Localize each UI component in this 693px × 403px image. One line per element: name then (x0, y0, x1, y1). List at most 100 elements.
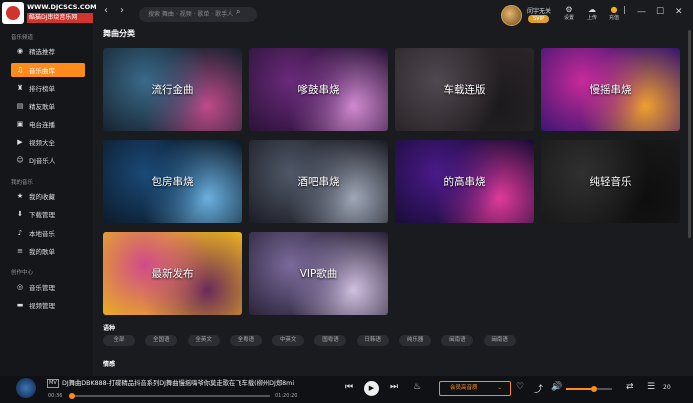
language-chip[interactable]: 中英文 (272, 335, 305, 346)
forward-icon[interactable]: › (120, 5, 124, 16)
music-note-icon: ♫ (16, 66, 24, 74)
category-card[interactable]: 包房串烧 (103, 140, 242, 223)
disc-manage-icon: ◎ (16, 283, 24, 291)
radio-icon: ▣ (16, 120, 24, 128)
share-icon[interactable]: ⤴ (534, 382, 543, 395)
language-chip[interactable]: 国粤语 (314, 335, 347, 346)
volume-handle[interactable] (590, 386, 597, 392)
language-chip[interactable]: 纯乐器 (399, 335, 432, 346)
sidebar-item-radio[interactable]: ▣ 电台连播 (11, 117, 85, 131)
playlist-icon: ▤ (16, 102, 24, 110)
logo[interactable]: WWW.DJCSCS.COM 酷猫DJ串烧音乐网 (2, 2, 97, 25)
sidebar-item-charts[interactable]: ♜ 排行榜单 (11, 81, 85, 95)
sidebar-item-label: 视频管理 (29, 302, 55, 310)
video-icon: ▶ (17, 138, 23, 146)
language-chip[interactable]: 闽南语 (483, 335, 516, 346)
sidebar-item-label: 音乐曲库 (29, 67, 55, 75)
cloud-upload-icon: ☁ (588, 5, 596, 14)
category-card[interactable]: 的高串烧 (395, 140, 534, 223)
category-label: 嗲鼓串烧 (297, 84, 340, 96)
category-card[interactable]: 纯轻音乐 (541, 140, 680, 223)
trophy-icon: ♜ (16, 84, 24, 92)
equalizer-icon[interactable]: ♨ (413, 382, 421, 392)
progress-handle[interactable] (68, 393, 75, 399)
username[interactable]: 闵宇无关 (527, 6, 551, 15)
category-card[interactable]: VIP歌曲 (249, 232, 388, 315)
sidebar-item-label: 本地音乐 (29, 230, 55, 238)
playlist-icon[interactable]: ☰ (647, 382, 655, 392)
quality-select[interactable]: 会员高音质 ⌄ (439, 381, 511, 396)
chevron-down-icon: ⌄ (497, 385, 502, 391)
sidebar-item-favorites[interactable]: ★ 我的收藏 (11, 189, 85, 203)
sidebar-item-picks[interactable]: ◉ 精选推荐 (11, 44, 85, 58)
volume-icon[interactable]: 🔊 (551, 382, 562, 392)
quality-label: 会员高音质 (450, 385, 478, 391)
note-icon: ♪ (17, 229, 23, 237)
category-card[interactable]: 慢摇串烧 (541, 48, 680, 131)
category-label: 慢摇串烧 (589, 84, 632, 96)
settings-button[interactable]: ⚙ 设置 (558, 5, 580, 22)
sidebar-item-music-manage[interactable]: ◎ 音乐管理 (11, 280, 85, 294)
heart-icon[interactable]: ♡ (516, 382, 524, 392)
back-icon[interactable]: ‹ (104, 5, 108, 16)
section-my-music: 我的音乐 (11, 180, 34, 186)
player-bar: MV DJ舞曲DBK888-打碟精品抖音系列DJ舞曲慢摇嗨爷你莫走歌在飞车载(柳… (0, 376, 693, 403)
language-section-title: 语种 (103, 325, 116, 332)
category-label: 纯轻音乐 (589, 176, 632, 188)
sidebar-item-my-playlists[interactable]: ≡ 我的歌单 (11, 244, 85, 258)
sidebar-item-music-library[interactable]: ♫ 音乐曲库 (11, 63, 85, 77)
category-card[interactable]: 嗲鼓串烧 (249, 48, 388, 131)
song-title[interactable]: DJ舞曲DBK888-打碟精品抖音系列DJ舞曲慢摇嗨爷你莫走歌在飞车载(柳州DJ… (62, 378, 294, 387)
settings-label: 设置 (563, 15, 574, 21)
search-icon[interactable]: ⌕ (236, 7, 240, 17)
video-manage-icon: ▬ (16, 301, 24, 309)
sidebar-item-videos[interactable]: ▶ 视频大全 (11, 135, 85, 149)
maximize-icon[interactable]: ☐ (656, 7, 664, 17)
language-chip[interactable]: 全英文 (187, 335, 220, 346)
language-chip[interactable]: 全部 (103, 335, 135, 346)
mv-badge[interactable]: MV (47, 379, 59, 388)
language-chip[interactable]: 全国语 (145, 335, 178, 346)
list-icon: ≡ (17, 247, 23, 255)
vip-badge: SVIP (528, 15, 550, 23)
upload-button[interactable]: ☁ 上传 (581, 5, 603, 22)
current-time: 00:36 (48, 393, 63, 399)
page-title: 舞曲分类 (103, 29, 135, 38)
sidebar-item-local-music[interactable]: ♪ 本地音乐 (11, 226, 85, 240)
sidebar-item-video-manage[interactable]: ▬ 视频管理 (11, 298, 85, 312)
sidebar: WWW.DJCSCS.COM 酷猫DJ串烧音乐网 音乐频道 ◉ 精选推荐 ♫ 音乐曲… (0, 0, 97, 376)
language-chip[interactable]: 日韩语 (356, 335, 389, 346)
volume-slider[interactable] (566, 386, 612, 392)
progress-bar[interactable] (68, 393, 270, 399)
album-cover[interactable] (16, 378, 36, 398)
sidebar-item-playlists[interactable]: ▤ 精友歌单 (11, 99, 85, 113)
minimize-icon[interactable]: — (637, 7, 646, 17)
section-music-channel: 音乐频道 (11, 35, 34, 41)
close-icon[interactable]: ✕ (675, 7, 683, 17)
language-chip[interactable]: 闽南语 (441, 335, 474, 346)
mood-section-title: 情感 (103, 361, 116, 368)
category-card[interactable]: 流行金曲 (103, 48, 242, 131)
scrollbar[interactable] (688, 30, 691, 238)
next-icon[interactable]: ⏭ (390, 382, 398, 392)
category-card[interactable]: 酒吧串烧 (249, 140, 388, 223)
logo-subtitle: 酷猫DJ串烧音乐网 (27, 13, 93, 23)
app-window: WWW.DJCSCS.COM 酷猫DJ串烧音乐网 音乐频道 ◉ 精选推荐 ♫ 音乐曲… (0, 0, 693, 403)
sidebar-item-label: 我的歌单 (29, 248, 55, 256)
window-separator: | (623, 5, 626, 14)
previous-icon[interactable]: ⏮ (345, 382, 353, 392)
category-label: 的高串烧 (443, 176, 486, 188)
users-icon: ☺ (16, 156, 24, 164)
sidebar-item-downloads[interactable]: ⬇ 下载管理 (11, 207, 85, 221)
download-icon: ⬇ (17, 210, 23, 218)
sidebar-item-dj-artists[interactable]: ☺ DJ音乐人 (11, 153, 85, 167)
recharge-button[interactable]: ● 充值 (603, 5, 625, 22)
section-creator-center: 创作中心 (11, 270, 34, 276)
play-button[interactable]: ▶ (364, 381, 379, 396)
category-label: 包房串烧 (151, 176, 194, 188)
category-card[interactable]: 最新发布 (103, 232, 242, 315)
category-card[interactable]: 车载连版 (395, 48, 534, 131)
language-chip[interactable]: 全粤语 (229, 335, 262, 346)
repeat-icon[interactable]: ⇄ (626, 382, 634, 392)
avatar[interactable] (501, 5, 522, 26)
